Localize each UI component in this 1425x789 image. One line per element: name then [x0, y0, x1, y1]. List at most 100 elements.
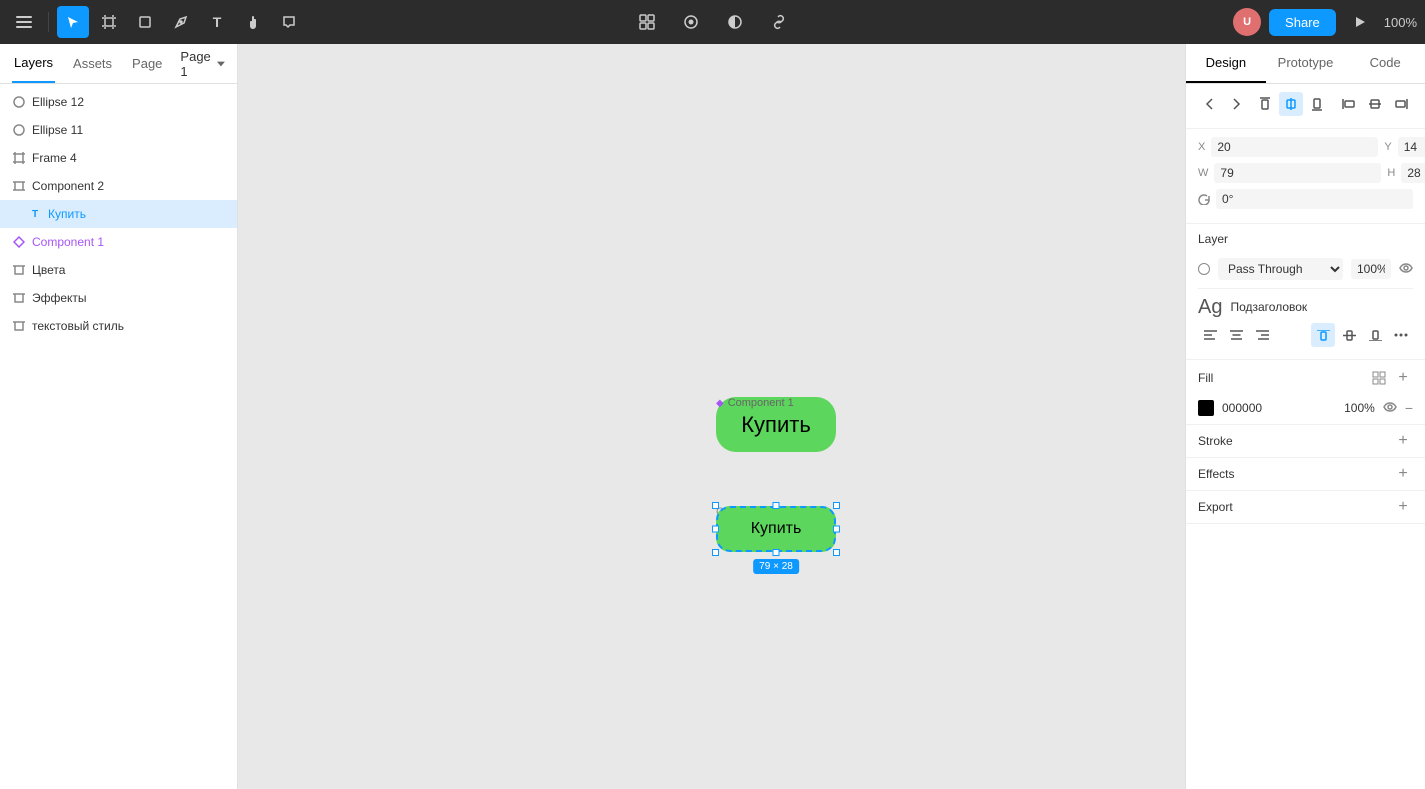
layer-item-component2[interactable]: Component 2 — [0, 172, 237, 200]
layer-item-ellipse11[interactable]: Ellipse 11 — [0, 116, 237, 144]
pen-tool-button[interactable] — [165, 6, 197, 38]
tab-layers[interactable]: Layers — [12, 44, 55, 83]
text-valign-middle-button[interactable] — [1337, 323, 1361, 347]
align-left-button[interactable] — [1337, 92, 1361, 116]
separator — [48, 12, 49, 32]
layer-item-kupity[interactable]: T Купить — [0, 200, 237, 228]
handle-ml[interactable] — [712, 526, 719, 533]
align-center-h-button[interactable] — [1279, 92, 1303, 116]
size-badge: 79 × 28 — [753, 559, 799, 574]
handle-bm[interactable] — [773, 549, 780, 556]
fill-color-swatch[interactable] — [1198, 400, 1214, 416]
right-panel: Design Prototype Code — [1185, 44, 1425, 789]
text-align-center-button[interactable] — [1224, 323, 1248, 347]
blend-mode-select[interactable]: Pass Through — [1218, 258, 1343, 280]
rotation-input[interactable] — [1216, 189, 1413, 209]
blend-circle-icon — [1198, 263, 1210, 275]
canvas-area[interactable]: ◆ Component 1 Купить Component 2 Купить … — [238, 44, 1185, 789]
align-forward-button[interactable] — [1224, 92, 1248, 116]
text-align-right-button[interactable] — [1250, 323, 1274, 347]
stroke-add-button[interactable]: + — [1393, 431, 1413, 451]
shape-tool-button[interactable] — [129, 6, 161, 38]
layer-item-component1[interactable]: Component 1 — [0, 228, 237, 256]
tab-prototype[interactable]: Prototype — [1266, 44, 1346, 83]
tab-design[interactable]: Design — [1186, 44, 1266, 83]
fill-add-button[interactable]: + — [1393, 368, 1413, 388]
w-input[interactable] — [1214, 163, 1381, 183]
text-tool-button[interactable]: T — [201, 6, 233, 38]
export-add-button[interactable]: + — [1393, 497, 1413, 517]
frame-icon — [12, 319, 26, 333]
right-panel-tabs: Design Prototype Code — [1186, 44, 1425, 84]
frame-icon — [12, 291, 26, 305]
layer-item-effekty[interactable]: Эффекты — [0, 284, 237, 312]
component1-label: ◆ Component 1 — [716, 397, 794, 409]
opacity-input[interactable] — [1351, 259, 1391, 279]
align-middle-v-button[interactable] — [1363, 92, 1387, 116]
theme-center-icon[interactable] — [719, 6, 751, 38]
align-row — [1198, 92, 1413, 116]
layer-item-frame4[interactable]: Frame 4 — [0, 144, 237, 172]
align-section — [1186, 84, 1425, 129]
handle-tr[interactable] — [833, 502, 840, 509]
rotation-row — [1198, 189, 1413, 209]
handle-br[interactable] — [833, 549, 840, 556]
component2-button[interactable]: Купить — [716, 506, 836, 552]
handle-tm[interactable] — [773, 502, 780, 509]
visibility-eye-icon[interactable] — [1399, 262, 1413, 276]
play-button[interactable] — [1344, 6, 1376, 38]
panel-tabs: Layers Assets Page Page 1 — [0, 44, 237, 84]
align-top-button[interactable] — [1253, 92, 1277, 116]
text-valign-bottom-button[interactable] — [1363, 323, 1387, 347]
layer-item-ellipse12[interactable]: Ellipse 12 — [0, 88, 237, 116]
rotation-icon — [1198, 193, 1210, 205]
link-center-icon[interactable] — [763, 6, 795, 38]
text-icon: T — [28, 207, 42, 221]
frame-tool-button[interactable] — [93, 6, 125, 38]
hand-tool-button[interactable] — [237, 6, 269, 38]
x-input[interactable] — [1211, 137, 1378, 157]
zoom-level[interactable]: 100% — [1384, 15, 1417, 30]
fill-visibility-icon[interactable] — [1383, 401, 1397, 415]
layer-item-tekststyle[interactable]: текстовый стиль — [0, 312, 237, 340]
effects-section: Effects + — [1186, 458, 1425, 491]
y-input[interactable] — [1398, 137, 1425, 157]
align-bottom-button[interactable] — [1305, 92, 1329, 116]
frame-icon — [12, 179, 26, 193]
component2-container: Component 2 Купить 79 × 28 — [716, 506, 836, 552]
component2-wrapper[interactable]: Купить 79 × 28 — [716, 506, 836, 552]
comment-tool-button[interactable] — [273, 6, 305, 38]
frame-icon — [12, 263, 26, 277]
avatar: U — [1233, 8, 1261, 36]
h-input[interactable] — [1401, 163, 1425, 183]
component-center-icon[interactable] — [631, 6, 663, 38]
export-section: Export + — [1186, 491, 1425, 524]
main-area: Layers Assets Page Page 1 Ellipse 12 E — [0, 44, 1425, 789]
handle-mr[interactable] — [833, 526, 840, 533]
toolbar: T U Share 100% — [0, 0, 1425, 44]
align-right-button[interactable] — [1389, 92, 1413, 116]
align-back-button[interactable] — [1198, 92, 1222, 116]
tab-page[interactable]: Page — [130, 44, 164, 83]
page-selector[interactable]: Page 1 — [180, 49, 225, 79]
mask-center-icon[interactable] — [675, 6, 707, 38]
effects-add-button[interactable]: + — [1393, 464, 1413, 484]
text-more-button[interactable] — [1389, 323, 1413, 347]
layer-item-cveta[interactable]: Цвета — [0, 256, 237, 284]
fill-grid-button[interactable] — [1369, 368, 1389, 388]
tab-assets[interactable]: Assets — [71, 44, 114, 83]
layer-section-header: Layer — [1186, 224, 1425, 254]
stroke-section: Stroke + — [1186, 425, 1425, 458]
menu-button[interactable] — [8, 6, 40, 38]
fill-row: 000000 100% − — [1198, 400, 1413, 416]
diamond-icon: ◆ — [716, 398, 724, 409]
text-valign-top-button[interactable] — [1311, 323, 1335, 347]
xy-row: X Y — [1198, 137, 1413, 157]
select-tool-button[interactable] — [57, 6, 89, 38]
tab-code[interactable]: Code — [1345, 44, 1425, 83]
handle-tl[interactable] — [712, 502, 719, 509]
text-align-left-button[interactable] — [1198, 323, 1222, 347]
share-button[interactable]: Share — [1269, 9, 1336, 36]
handle-bl[interactable] — [712, 549, 719, 556]
fill-remove-button[interactable]: − — [1405, 400, 1413, 416]
